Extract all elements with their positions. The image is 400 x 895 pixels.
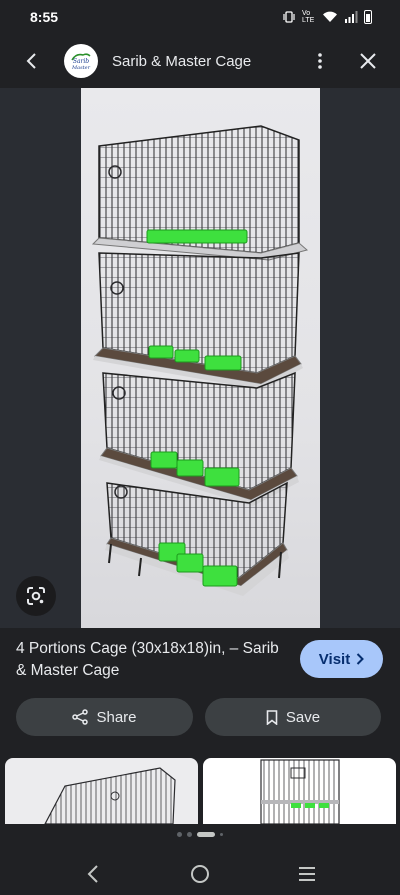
result-title[interactable]: 4 Portions Cage (30x18x18)in, – Sarib & … [16, 638, 286, 682]
pager-dots [0, 832, 400, 837]
close-icon [360, 53, 376, 69]
visit-button[interactable]: Visit [300, 640, 383, 678]
site-logo: Sarib Master [64, 44, 98, 78]
product-image[interactable] [81, 88, 320, 628]
svg-text:Sarib: Sarib [73, 58, 89, 65]
save-label: Save [285, 708, 321, 726]
status-bar: 8:55 Vo LTE [0, 0, 400, 34]
nav-menu-icon [298, 866, 315, 881]
nav-back-icon [87, 864, 99, 883]
signal-icon [344, 11, 358, 23]
svg-text:Master: Master [71, 65, 91, 71]
status-time: 8:55 [30, 9, 59, 25]
pager-dot [177, 832, 182, 837]
pager-dot [220, 833, 223, 836]
bookmark-icon [266, 709, 278, 725]
save-button[interactable]: Save [205, 698, 381, 736]
google-lens-button[interactable] [16, 576, 56, 616]
share-icon [72, 709, 89, 725]
cage-section-4 [105, 481, 289, 596]
visit-label: Visit [318, 650, 351, 668]
share-label: Share [96, 708, 137, 726]
site-logo-image: Sarib Master [65, 45, 97, 77]
back-arrow-icon [26, 53, 36, 69]
site-name[interactable]: Sarib & Master Cage [112, 53, 302, 70]
thumbnail-cage-image [44, 767, 176, 824]
nav-back-button[interactable] [71, 856, 115, 892]
chevron-right-icon [356, 653, 365, 665]
image-viewer[interactable] [0, 88, 400, 628]
nav-home-button[interactable] [178, 856, 222, 892]
cage-section-1 [91, 125, 309, 261]
battery-icon [364, 10, 372, 24]
pager-dot-active [197, 832, 215, 837]
close-button[interactable] [350, 43, 386, 79]
vibrate-icon [282, 11, 296, 23]
share-button[interactable]: Share [16, 698, 193, 736]
more-options-button[interactable] [302, 43, 338, 79]
system-nav-bar [0, 852, 400, 895]
google-lens-icon [27, 587, 45, 605]
related-image-thumbnail-1[interactable] [5, 758, 198, 824]
related-image-thumbnail-2[interactable] [203, 758, 396, 824]
back-button[interactable] [14, 43, 50, 79]
thumbnail-cage-image [260, 759, 340, 824]
nav-recents-button[interactable] [285, 856, 329, 892]
cage-section-2 [93, 252, 303, 390]
status-icons: Vo LTE [282, 10, 372, 24]
more-vert-icon [318, 53, 322, 69]
network-label: Vo LTE [302, 10, 315, 24]
wifi-icon [322, 11, 338, 23]
app-bar: Sarib Master Sarib & Master Cage [0, 34, 400, 88]
cage-illustration [91, 125, 309, 596]
nav-home-icon [190, 864, 209, 883]
pager-dot [187, 832, 192, 837]
